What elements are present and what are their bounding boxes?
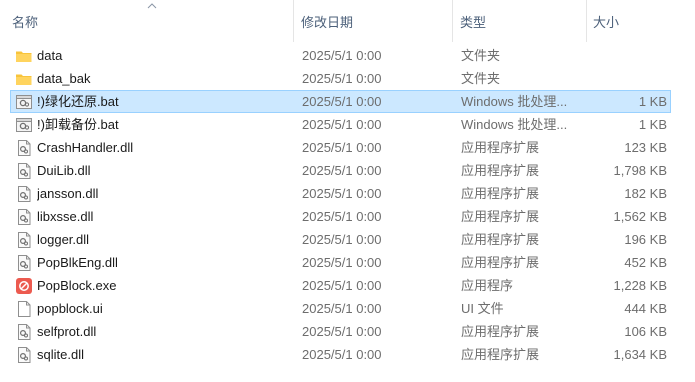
file-name: selfprot.dll [37, 324, 97, 339]
file-modified-date: 2025/5/1 0:00 [302, 94, 382, 109]
file-size: 1,634 KB [613, 347, 668, 362]
popblock-app-icon [15, 277, 33, 295]
batch-file-icon [15, 93, 33, 111]
file-row[interactable]: PopBlock.exe 2025/5/1 0:00 应用程序 1,228 KB [10, 274, 671, 297]
dll-file-icon [15, 323, 33, 341]
file-name: !)卸载备份.bat [37, 117, 119, 132]
file-modified-date: 2025/5/1 0:00 [302, 71, 382, 86]
file-type: 应用程序扩展 [461, 140, 540, 155]
dll-file-icon [15, 139, 33, 157]
file-name: !)绿化还原.bat [37, 94, 119, 109]
file-type: 应用程序扩展 [461, 163, 540, 178]
file-name: PopBlkEng.dll [37, 255, 118, 270]
file-type: 应用程序扩展 [461, 186, 540, 201]
column-header-type[interactable]: 类型 [460, 0, 580, 42]
file-modified-date: 2025/5/1 0:00 [302, 186, 382, 201]
dll-file-icon [15, 346, 33, 364]
file-row[interactable]: CrashHandler.dll 2025/5/1 0:00 应用程序扩展 123 K… [10, 136, 671, 159]
column-divider[interactable] [293, 0, 294, 42]
dll-file-icon [15, 254, 33, 272]
file-size: 1 KB [638, 94, 667, 109]
file-type: 文件夹 [461, 71, 501, 86]
batch-file-icon [15, 116, 33, 134]
column-header-name[interactable]: 名称 [12, 0, 292, 42]
file-type: 应用程序扩展 [461, 347, 540, 362]
file-row[interactable]: data_bak 2025/5/1 0:00 文件夹 [10, 67, 671, 90]
file-row[interactable]: PopBlkEng.dll 2025/5/1 0:00 应用程序扩展 452 KB [10, 251, 671, 274]
file-type: 应用程序 [461, 278, 514, 293]
file-size [577, 68, 667, 89]
column-divider[interactable] [586, 0, 587, 42]
file-modified-date: 2025/5/1 0:00 [302, 140, 382, 155]
file-size: 452 KB [624, 255, 667, 270]
file-row[interactable]: jansson.dll 2025/5/1 0:00 应用程序扩展 182 KB [10, 182, 671, 205]
file-modified-date: 2025/5/1 0:00 [302, 117, 382, 132]
file-row[interactable]: sqlite.dll 2025/5/1 0:00 应用程序扩展 1,634 KB [10, 343, 671, 366]
file-size: 1,228 KB [613, 278, 668, 293]
file-name: jansson.dll [37, 186, 99, 201]
column-header-date[interactable]: 修改日期 [301, 0, 451, 42]
blank-file-icon [15, 300, 33, 318]
file-type: 文件夹 [461, 48, 501, 63]
file-row[interactable]: !)绿化还原.bat 2025/5/1 0:00 Windows 批处理... 1 K… [10, 90, 671, 113]
file-row[interactable]: libxsse.dll 2025/5/1 0:00 应用程序扩展 1,562 KB [10, 205, 671, 228]
dll-file-icon [15, 208, 33, 226]
column-header-bar: 名称 修改日期 类型 大小 [0, 0, 695, 42]
file-modified-date: 2025/5/1 0:00 [302, 48, 382, 63]
file-size: 196 KB [624, 232, 667, 247]
file-name: data [37, 48, 63, 63]
file-name: DuiLib.dll [37, 163, 91, 178]
folder-icon [15, 70, 33, 88]
column-header-type-label: 类型 [460, 14, 487, 30]
file-type: UI 文件 [461, 301, 504, 316]
file-size: 1 KB [638, 117, 667, 132]
file-type: 应用程序扩展 [461, 255, 540, 270]
file-size: 1,798 KB [613, 163, 668, 178]
file-size: 106 KB [624, 324, 667, 339]
file-row[interactable]: DuiLib.dll 2025/5/1 0:00 应用程序扩展 1,798 KB [10, 159, 671, 182]
file-type: 应用程序扩展 [461, 209, 540, 224]
file-modified-date: 2025/5/1 0:00 [302, 278, 382, 293]
file-name: data_bak [37, 71, 91, 86]
column-header-date-label: 修改日期 [301, 14, 354, 30]
column-header-size[interactable]: 大小 [593, 0, 683, 42]
column-header-size-label: 大小 [593, 14, 620, 30]
file-type: 应用程序扩展 [461, 324, 540, 339]
file-row[interactable]: selfprot.dll 2025/5/1 0:00 应用程序扩展 106 KB [10, 320, 671, 343]
file-name: logger.dll [37, 232, 90, 247]
file-type: Windows 批处理... [461, 117, 568, 132]
file-type: Windows 批处理... [461, 94, 568, 109]
file-modified-date: 2025/5/1 0:00 [302, 301, 382, 316]
file-size: 444 KB [624, 301, 667, 316]
file-modified-date: 2025/5/1 0:00 [302, 324, 382, 339]
column-divider[interactable] [452, 0, 453, 42]
file-name: sqlite.dll [37, 347, 84, 362]
file-name: PopBlock.exe [37, 278, 117, 293]
file-modified-date: 2025/5/1 0:00 [302, 232, 382, 247]
file-name: popblock.ui [37, 301, 103, 316]
file-size: 123 KB [624, 140, 667, 155]
file-row[interactable]: popblock.ui 2025/5/1 0:00 UI 文件 444 KB [10, 297, 671, 320]
file-row[interactable]: !)卸载备份.bat 2025/5/1 0:00 Windows 批处理... 1 K… [10, 113, 671, 136]
file-size [577, 45, 667, 66]
file-name: CrashHandler.dll [37, 140, 134, 155]
file-size: 182 KB [624, 186, 667, 201]
dll-file-icon [15, 185, 33, 203]
column-header-name-label: 名称 [12, 14, 39, 30]
file-size: 1,562 KB [613, 209, 668, 224]
file-name: libxsse.dll [37, 209, 94, 224]
file-type: 应用程序扩展 [461, 232, 540, 247]
file-modified-date: 2025/5/1 0:00 [302, 163, 382, 178]
file-row[interactable]: logger.dll 2025/5/1 0:00 应用程序扩展 196 KB [10, 228, 671, 251]
dll-file-icon [15, 162, 33, 180]
file-modified-date: 2025/5/1 0:00 [302, 209, 382, 224]
file-modified-date: 2025/5/1 0:00 [302, 255, 382, 270]
folder-icon [15, 47, 33, 65]
dll-file-icon [15, 231, 33, 249]
file-row[interactable]: data 2025/5/1 0:00 文件夹 [10, 44, 671, 67]
file-modified-date: 2025/5/1 0:00 [302, 347, 382, 362]
